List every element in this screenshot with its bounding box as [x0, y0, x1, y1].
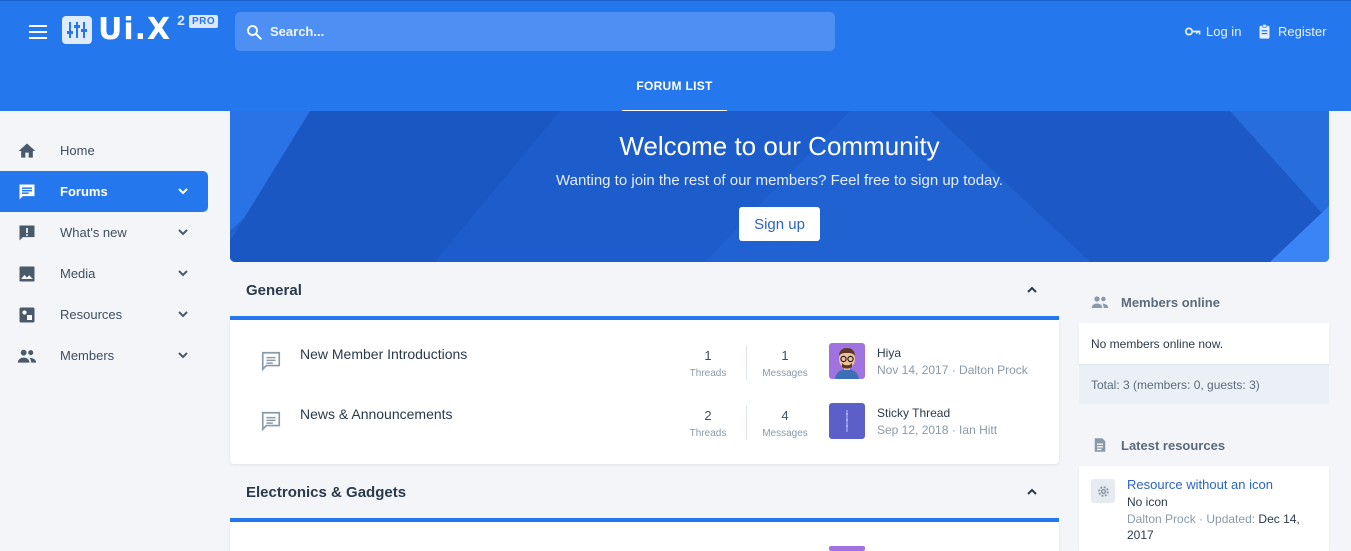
- hero-title: Welcome to our Community: [619, 131, 940, 161]
- resource-tagline: No icon: [1127, 495, 1168, 509]
- sidebar-item-resources[interactable]: Resources: [0, 294, 208, 335]
- sidebar-item-media[interactable]: Media: [0, 253, 208, 294]
- message-count: 4 Messages: [755, 408, 815, 439]
- resource-title-link[interactable]: Resource without an icon: [1127, 477, 1273, 492]
- message-count: 1 Messages: [755, 348, 815, 379]
- key-icon: [1184, 27, 1201, 36]
- search-input[interactable]: [270, 24, 770, 39]
- sidebar-item-label: Members: [60, 348, 115, 363]
- document-icon: [1094, 438, 1106, 452]
- sidebar-nav: Home Forums What's new Media Resources M…: [0, 130, 208, 376]
- resource-author[interactable]: Dalton Prock: [1127, 512, 1196, 526]
- chevron-down-icon[interactable]: [176, 225, 190, 239]
- user-avatar-icon: [829, 343, 865, 379]
- resource-updated-label: · Updated:: [1195, 512, 1259, 526]
- forum-bubble-icon: [261, 351, 281, 372]
- tab-forum-list[interactable]: FORUM LIST: [622, 67, 727, 112]
- members-online-footer: Total: 3 (members: 0, guests: 3): [1079, 364, 1329, 404]
- forum-title-link[interactable]: News & Announcements: [300, 406, 453, 422]
- members-online-total: Total: 3 (members: 0, guests: 3): [1091, 377, 1260, 392]
- logo-pro-badge: PRO: [188, 15, 219, 28]
- logo-version: 2: [177, 12, 185, 28]
- category-title: General: [246, 281, 302, 299]
- chevron-up-icon[interactable]: [1025, 485, 1039, 499]
- latest-resources-header: Latest resources: [1079, 425, 1329, 465]
- sidebar-item-whats-new[interactable]: What's new: [0, 212, 208, 253]
- latest-thread-meta: Sep 12, 2018 · Ian Hitt: [877, 423, 998, 437]
- message-count-value: 4: [781, 408, 789, 423]
- widget-title: Members online: [1121, 294, 1220, 310]
- user-avatar-icon: [829, 546, 865, 551]
- message-count-label: Messages: [762, 368, 808, 379]
- avatar[interactable]: [829, 343, 865, 379]
- category-forums-electronics: [230, 522, 1059, 551]
- register-label: Register: [1278, 24, 1327, 39]
- thread-count-value: 2: [704, 408, 712, 423]
- avatar[interactable]: [829, 403, 865, 439]
- category-header-general[interactable]: General: [230, 262, 1059, 318]
- category-title: Electronics & Gadgets: [246, 483, 407, 501]
- resource-meta: Dalton Prock · Updated: Dec 14, 2017: [1127, 511, 1317, 543]
- sign-up-button[interactable]: Sign up: [739, 207, 820, 241]
- resource-icon: [17, 305, 37, 325]
- chevron-down-icon[interactable]: [176, 266, 190, 280]
- login-label: Log in: [1206, 24, 1242, 39]
- message-count-value: 1: [781, 348, 789, 363]
- home-icon: [17, 141, 37, 161]
- latest-thread-link[interactable]: Sticky Thread: [877, 406, 950, 420]
- thread-count: 2 Threads: [678, 408, 738, 439]
- chevron-down-icon[interactable]: [176, 348, 190, 362]
- members-online-body: No members online now.: [1079, 323, 1329, 364]
- chevron-up-icon[interactable]: [1025, 283, 1039, 297]
- clipboard-icon: [1259, 24, 1270, 39]
- hero-subtitle: Wanting to join the rest of our members?…: [556, 172, 1003, 189]
- thread-count-value: 1: [704, 348, 712, 363]
- search-icon: [247, 24, 262, 40]
- gear-icon: [1091, 479, 1115, 503]
- thread-count: 1 Threads: [678, 348, 738, 379]
- forum-bubble-icon: [261, 411, 281, 432]
- hamburger-menu-icon[interactable]: [28, 23, 50, 41]
- people-icon: [17, 346, 37, 366]
- latest-thread-meta: Nov 14, 2017 · Dalton Prock: [877, 363, 1028, 377]
- chevron-down-icon[interactable]: [176, 307, 190, 321]
- sidebar-item-label: What's new: [60, 225, 127, 240]
- stat-divider: [746, 346, 747, 380]
- category-header-electronics[interactable]: Electronics & Gadgets: [230, 464, 1059, 520]
- latest-resources-body: Resource without an icon No icon Dalton …: [1079, 466, 1329, 551]
- members-online-text: No members online now.: [1091, 337, 1224, 351]
- sliders-icon: [62, 16, 92, 44]
- sidebar-item-label: Resources: [60, 307, 123, 322]
- chevron-down-icon[interactable]: [176, 184, 190, 198]
- stat-divider: [746, 406, 747, 440]
- user-avatar-icon: [829, 403, 865, 439]
- logo-text: Ui.X: [98, 12, 172, 47]
- forum-icon: [17, 182, 37, 202]
- sidebar-item-label: Media: [60, 266, 96, 281]
- category-forums-general: New Member Introductions 1 Threads 1 Mes…: [230, 320, 1059, 464]
- image-icon: [17, 264, 37, 284]
- site-header: Ui.X 2 PRO Log in Register FORUM LIST: [0, 0, 1351, 112]
- message-count-label: Messages: [762, 428, 808, 439]
- sidebar-item-label: Home: [60, 143, 95, 158]
- people-icon: [1091, 296, 1109, 308]
- widget-title: Latest resources: [1121, 437, 1226, 453]
- alert-message-icon: [17, 223, 37, 243]
- latest-thread-link[interactable]: Hiya: [877, 346, 901, 360]
- login-link[interactable]: Log in: [1184, 23, 1241, 40]
- members-online-header: Members online: [1079, 282, 1329, 322]
- forum-row: News & Announcements 2 Threads 4 Message…: [230, 400, 1059, 460]
- thread-count-label: Threads: [689, 368, 727, 379]
- register-link[interactable]: Register: [1256, 23, 1326, 40]
- sidebar-item-home[interactable]: Home: [0, 130, 208, 171]
- welcome-banner: Welcome to our Community Wanting to join…: [230, 111, 1329, 262]
- forum-title-link[interactable]: New Member Introductions: [300, 346, 467, 362]
- sidebar-item-forums[interactable]: Forums: [0, 171, 208, 212]
- thread-count-label: Threads: [689, 428, 727, 439]
- forum-row: New Member Introductions 1 Threads 1 Mes…: [230, 340, 1059, 400]
- sidebar-item-label: Forums: [60, 184, 108, 199]
- search-bar[interactable]: [235, 12, 835, 51]
- sidebar-item-members[interactable]: Members: [0, 335, 208, 376]
- site-logo[interactable]: Ui.X 2 PRO: [62, 12, 219, 47]
